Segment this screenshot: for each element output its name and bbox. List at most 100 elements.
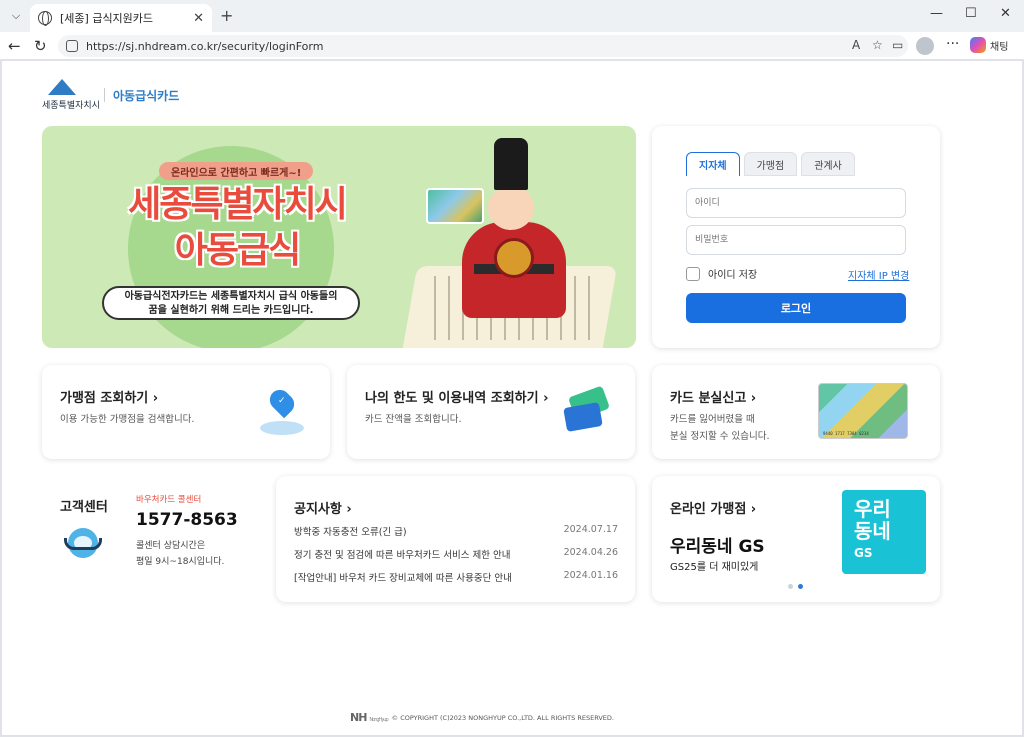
notice-item-date: 2024.07.17 (563, 524, 618, 535)
url-field[interactable]: https://sj.nhdream.co.kr/security/loginF… (58, 35, 908, 57)
tab-title: [세종] 급식지원카드 (60, 12, 154, 25)
maximize-icon[interactable]: ☐ (965, 6, 977, 21)
notice-item[interactable]: 정기 충전 및 점검에 따른 바우처카드 서비스 제한 안내 2024.04.2… (294, 547, 618, 561)
gs-line1: 우리 (854, 497, 891, 521)
lost-card-desc: 카드를 잃어버렸을 때 분실 정지할 수 있습니다. (670, 411, 769, 445)
call-center-label: 바우처카드 콜센터 (136, 495, 202, 505)
login-panel: 지자체 가맹점 관계사 아이디 저장 지자체 IP 변경 로그인 (652, 126, 940, 348)
banner-headline: 세종특별자치시 아동급식 (112, 182, 362, 274)
save-id-checkbox[interactable]: 아이디 저장 (686, 266, 757, 281)
carousel-dot-active[interactable] (798, 584, 803, 589)
notice-title[interactable]: 공지사항 › (294, 498, 352, 517)
save-id-label: 아이디 저장 (708, 270, 758, 281)
browser-tab[interactable]: [세종] 급식지원카드 ✕ (30, 4, 212, 32)
notice-item-text: 정기 충전 및 점검에 따른 바우처카드 서비스 제한 안내 (294, 550, 511, 561)
site-info-icon[interactable] (66, 40, 78, 52)
king-medal (494, 238, 534, 278)
online-store-sub: GS25를 더 재미있게 (670, 562, 759, 573)
browser-tab-bar: ⌵ [세종] 급식지원카드 ✕ + — ☐ ✕ (0, 0, 1024, 32)
tab-list-dropdown-icon[interactable]: ⌵ (6, 6, 26, 26)
checkbox-box[interactable] (686, 266, 700, 281)
window-close-icon[interactable]: ✕ (1000, 6, 1011, 21)
banner-desc-line1: 아동급식전자카드는 세종특별자치시 급식 아동들의 (124, 291, 338, 302)
store-search-desc: 이용 가능한 가맹점을 검색합니다. (60, 414, 195, 425)
lost-card-title: 카드 분실신고 › (670, 391, 757, 406)
login-button[interactable]: 로그인 (686, 293, 906, 323)
copyright-text: © COPYRIGHT (C)2023 NONGHYUP CO.,LTD. AL… (391, 713, 614, 722)
read-aloud-icon[interactable]: A (852, 38, 860, 52)
favorite-star-icon[interactable]: ☆ (872, 38, 883, 52)
footer: NH NongHyup © COPYRIGHT (C)2023 NONGHYUP … (350, 711, 614, 724)
nh-logo-small: NongHyup (369, 717, 388, 723)
globe-icon (38, 11, 52, 26)
copilot-button[interactable]: 채팅 (970, 37, 1008, 53)
gs-line3: GS (854, 546, 873, 560)
limit-history-desc: 카드 잔액을 조회합니다. (365, 414, 462, 425)
notice-item[interactable]: 방학중 자동충전 오류(긴 급) 2024.07.17 (294, 524, 618, 538)
nh-logo: NH NongHyup (350, 711, 389, 724)
online-store-panel: 온라인 가맹점 › 우리동네 GS GS25를 더 재미있게 우리 동네 GS (652, 476, 940, 602)
minimize-icon[interactable]: — (930, 6, 943, 21)
notice-panel: 공지사항 › 방학중 자동충전 오류(긴 급) 2024.07.17 정기 충전… (276, 476, 635, 602)
tab-municipality[interactable]: 지자체 (686, 152, 740, 176)
more-menu-icon[interactable]: ··· (946, 36, 959, 52)
nh-logo-text: NH (350, 711, 367, 724)
online-store-title[interactable]: 온라인 가맹점 › (670, 498, 756, 517)
page-content: 세종특별자치시 아동급식카드 온라인으로 간편하고 빠르게~! 세종특별자치시 … (2, 61, 1022, 735)
id-input[interactable] (686, 188, 906, 218)
notice-item-date: 2024.01.16 (563, 570, 618, 581)
banner-description: 아동급식전자카드는 세종특별자치시 급식 아동들의 꿈을 실현하기 위해 드리는… (102, 286, 360, 320)
store-search-card[interactable]: 가맹점 조회하기 › 이용 가능한 가맹점을 검색합니다. ✓ (42, 365, 330, 459)
new-tab-icon[interactable]: + (220, 6, 233, 25)
notice-item-text: [작업안내] 바우처 카드 장비교체에 따른 사용중단 안내 (294, 573, 512, 584)
notice-item[interactable]: [작업안내] 바우처 카드 장비교체에 따른 사용중단 안내 2024.01.1… (294, 570, 618, 584)
banner-desc-line2: 꿈을 실현하기 위해 드리는 카드입니다. (148, 305, 314, 316)
banner-pill: 온라인으로 간편하고 빠르게~! (159, 162, 314, 180)
tab-merchant[interactable]: 가맹점 (743, 152, 798, 176)
copilot-icon (970, 37, 986, 53)
carousel-dot[interactable] (788, 584, 793, 589)
profile-avatar[interactable] (916, 37, 934, 55)
banner-headline-line1: 세종특별자치시 (128, 184, 348, 225)
king-character-face (488, 186, 534, 230)
voucher-card-image: 9440 1717 7384 0234 (818, 383, 908, 439)
gs-line2: 동네 (854, 519, 891, 543)
lost-card-report-card[interactable]: 카드 분실신고 › 카드를 잃어버렸을 때 분실 정지할 수 있습니다. 944… (652, 365, 940, 459)
customer-center: 고객센터 바우처카드 콜센터 1577-8563 콜센터 상담시간은 평일 9시… (42, 476, 260, 606)
tab-affiliate[interactable]: 관계사 (801, 152, 855, 176)
logo-divider (104, 88, 105, 102)
tracking-prevention-icon[interactable]: ▭ (892, 38, 903, 52)
url-text: https://sj.nhdream.co.kr/security/loginF… (86, 39, 324, 53)
city-name: 세종특별자치시 (42, 101, 100, 111)
login-tabs: 지자체 가맹점 관계사 (686, 152, 859, 176)
online-store-headline: 우리동네 GS (670, 537, 765, 557)
king-character-hat (494, 138, 528, 190)
gs-neighborhood-banner[interactable]: 우리 동네 GS (842, 490, 926, 574)
store-search-title: 가맹점 조회하기 › (60, 391, 159, 406)
lost-card-desc-line1: 카드를 잃어버렸을 때 (670, 414, 755, 425)
cards-icon (563, 385, 611, 435)
password-input[interactable] (686, 225, 906, 255)
banner-headline-line2: 아동급식 (174, 230, 301, 271)
headset-icon (64, 526, 102, 562)
notice-item-text: 방학중 자동충전 오류(긴 급) (294, 527, 407, 538)
hero-banner: 온라인으로 간편하고 빠르게~! 세종특별자치시 아동급식 아동급식전자카드는 … (42, 126, 636, 348)
refresh-icon[interactable]: ↻ (34, 37, 47, 55)
ip-change-link[interactable]: 지자체 IP 변경 (848, 267, 909, 282)
call-center-hours: 콜센터 상담시간은 평일 9시~18시입니다. (136, 538, 224, 570)
meal-card-illustration (426, 188, 484, 224)
product-name: 아동급식카드 (113, 88, 180, 103)
limit-history-card[interactable]: 나의 한도 및 이용내역 조회하기 › 카드 잔액을 조회합니다. (347, 365, 635, 459)
location-pin-icon: ✓ (260, 385, 304, 435)
close-tab-icon[interactable]: ✕ (193, 11, 204, 26)
carousel-indicator (788, 584, 808, 589)
customer-center-title: 고객센터 (60, 500, 108, 515)
site-logo[interactable]: 세종특별자치시 아동급식카드 (42, 79, 179, 111)
notice-item-date: 2024.04.26 (563, 547, 618, 558)
back-icon[interactable]: ← (8, 37, 21, 55)
call-center-phone: 1577-8563 (136, 510, 238, 530)
lost-card-desc-line2: 분실 정지할 수 있습니다. (670, 431, 770, 442)
copilot-label: 채팅 (990, 41, 1009, 53)
hours-line2: 평일 9시~18시입니다. (136, 557, 225, 567)
address-bar: ← ↻ https://sj.nhdream.co.kr/security/lo… (0, 32, 1024, 60)
